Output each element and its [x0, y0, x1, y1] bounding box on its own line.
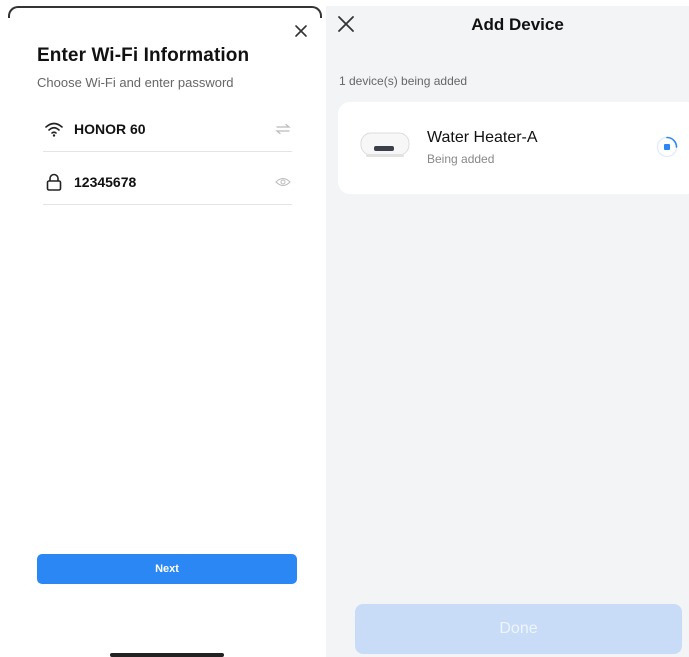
wifi-info-screen: Enter Wi-Fi Information Choose Wi-Fi and…: [0, 0, 322, 657]
adding-status-text: 1 device(s) being added: [339, 74, 468, 88]
add-device-screen: Add Device 1 device(s) being added Water…: [326, 6, 689, 657]
eye-icon[interactable]: [274, 173, 292, 191]
close-icon[interactable]: [290, 20, 312, 42]
next-button[interactable]: Next: [37, 554, 297, 584]
password-row[interactable]: 12345678: [43, 160, 292, 205]
device-card[interactable]: Water Heater-A Being added: [338, 102, 689, 194]
page-title: Enter Wi-Fi Information: [37, 45, 250, 66]
device-status: Being added: [427, 152, 495, 166]
water-heater-image: [360, 132, 410, 158]
wifi-icon: [43, 118, 65, 140]
swap-icon[interactable]: [274, 120, 292, 138]
lock-icon: [43, 171, 65, 193]
page-title: Add Device: [471, 15, 564, 34]
done-button[interactable]: Done: [355, 604, 682, 654]
password-field[interactable]: 12345678: [74, 174, 274, 190]
wifi-select-row[interactable]: HONOR 60: [43, 107, 292, 152]
device-name: Water Heater-A: [427, 129, 538, 146]
loading-spinner-icon: [656, 136, 678, 158]
sheet-top-edge: [0, 0, 322, 18]
wifi-name: HONOR 60: [74, 121, 146, 137]
header: Add Device: [326, 6, 689, 46]
home-indicator: [110, 653, 224, 657]
page-subtitle: Choose Wi-Fi and enter password: [37, 75, 234, 90]
